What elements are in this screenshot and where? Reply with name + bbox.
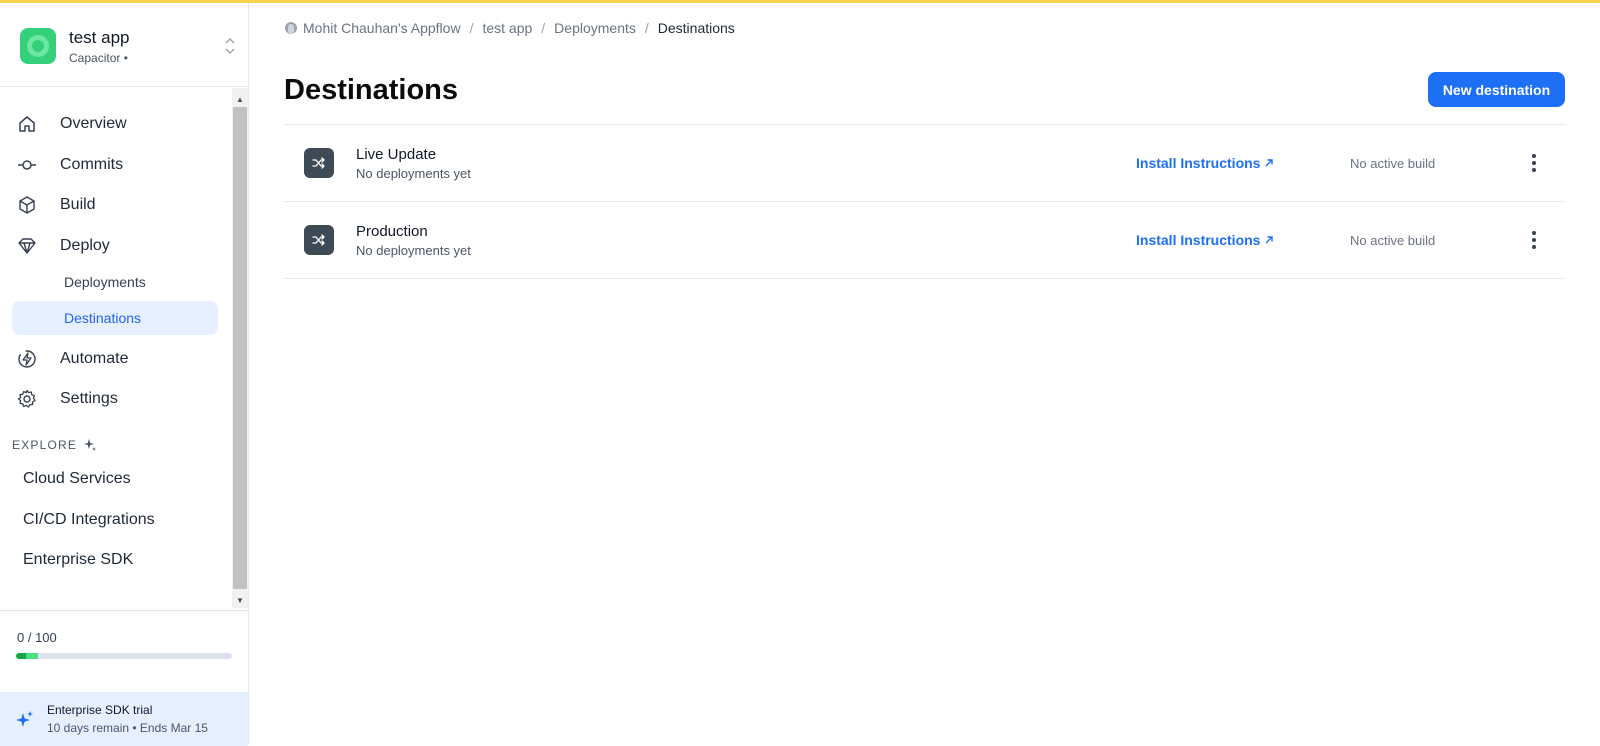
destination-subtitle: No deployments yet [356, 166, 471, 181]
sparkle-icon [16, 711, 33, 727]
cube-icon [19, 196, 35, 214]
external-link-icon [1265, 236, 1274, 244]
build-status: No active build [1350, 233, 1436, 248]
sidebar-nav: Overview Commits Build Deploy Deployment… [0, 88, 232, 608]
install-instructions-label: Install Instructions [1136, 155, 1261, 171]
sparkle-icon [84, 439, 97, 451]
usage-count: 0 / 100 [17, 630, 57, 645]
install-instructions-label: Install Instructions [1136, 232, 1261, 248]
sidebar-subitem-deployments[interactable]: Deployments [12, 265, 218, 299]
sidebar-item-label: Settings [60, 390, 118, 407]
more-options-icon[interactable] [1524, 228, 1544, 252]
main-content: Mohit Chauhan's Appflow / test app / Dep… [250, 3, 1600, 743]
trial-banner[interactable]: Enterprise SDK trial 10 days remain • En… [0, 692, 248, 746]
external-link-icon [1265, 159, 1274, 167]
explore-item-enterprise-sdk[interactable]: Enterprise SDK [23, 551, 133, 569]
usage-progress-fill [16, 653, 38, 659]
sidebar-item-build[interactable]: Build [12, 188, 218, 222]
destination-name: Live Update [356, 146, 437, 163]
sidebar: test app Capacitor • Overview Commits Bu… [0, 3, 249, 746]
bolt-icon [18, 350, 36, 368]
scroll-up-arrow-icon[interactable]: ▲ [232, 91, 248, 107]
scroll-down-arrow-icon[interactable]: ▼ [232, 592, 248, 608]
explore-item-cicd-integrations[interactable]: CI/CD Integrations [23, 511, 155, 529]
destinations-list: Live Update No deployments yet Install I… [284, 124, 1565, 279]
app-switcher[interactable]: test app Capacitor • [0, 3, 248, 87]
shuffle-icon [304, 225, 334, 255]
sidebar-scrollbar-thumb[interactable] [233, 107, 247, 589]
sidebar-item-label: Commits [60, 156, 124, 173]
breadcrumb-separator: / [644, 20, 649, 36]
trial-title: Enterprise SDK trial [47, 703, 153, 717]
breadcrumb-separator: / [469, 20, 474, 36]
sidebar-item-label: Build [60, 196, 96, 213]
sidebar-subitem-destinations[interactable]: Destinations [12, 301, 218, 335]
app-platform: Capacitor • [69, 51, 128, 65]
destination-name: Production [356, 223, 428, 240]
install-instructions-link[interactable]: Install Instructions [1136, 155, 1274, 171]
install-instructions-link[interactable]: Install Instructions [1136, 232, 1274, 248]
usage-progress-bar [16, 653, 232, 659]
commit-icon [18, 160, 36, 170]
sidebar-item-overview[interactable]: Overview [12, 107, 218, 141]
list-item[interactable]: Live Update No deployments yet Install I… [284, 125, 1565, 202]
trial-subtitle: 10 days remain • Ends Mar 15 [47, 721, 208, 735]
new-destination-button[interactable]: New destination [1428, 72, 1565, 107]
list-item[interactable]: Production No deployments yet Install In… [284, 202, 1565, 279]
sidebar-item-settings[interactable]: Settings [12, 382, 218, 416]
sidebar-subitem-label: Destinations [64, 310, 142, 326]
breadcrumb-separator: / [541, 20, 546, 36]
build-status: No active build [1350, 156, 1436, 171]
sidebar-item-deploy[interactable]: Deploy [12, 229, 218, 263]
explore-label: EXPLORE [12, 438, 78, 452]
destination-subtitle: No deployments yet [356, 243, 471, 258]
home-icon [19, 116, 35, 132]
sidebar-subitem-label: Deployments [64, 274, 146, 290]
explore-item-cloud-services[interactable]: Cloud Services [23, 470, 131, 488]
diamond-icon [18, 238, 36, 254]
sidebar-item-automate[interactable]: Automate [12, 342, 218, 376]
gear-icon [17, 389, 36, 408]
breadcrumb-current: Destinations [657, 20, 735, 36]
breadcrumb: Mohit Chauhan's Appflow / test app / Dep… [285, 20, 735, 36]
app-logo-icon [20, 28, 56, 64]
sidebar-item-label: Automate [60, 350, 129, 367]
usage-meter: 0 / 100 [0, 610, 248, 692]
more-options-icon[interactable] [1524, 151, 1544, 175]
sidebar-item-commits[interactable]: Commits [12, 148, 218, 182]
sidebar-item-label: Overview [60, 115, 127, 132]
breadcrumb-org[interactable]: Mohit Chauhan's Appflow [303, 20, 461, 36]
chevron-up-down-icon[interactable] [224, 35, 236, 57]
sidebar-item-label: Deploy [60, 237, 110, 254]
org-avatar-icon [285, 22, 297, 34]
breadcrumb-app[interactable]: test app [482, 20, 532, 36]
explore-heading: EXPLORE [12, 438, 97, 452]
shuffle-icon [304, 148, 334, 178]
page-title: Destinations [284, 74, 459, 106]
app-name: test app [69, 28, 130, 47]
breadcrumb-deployments[interactable]: Deployments [554, 20, 636, 36]
